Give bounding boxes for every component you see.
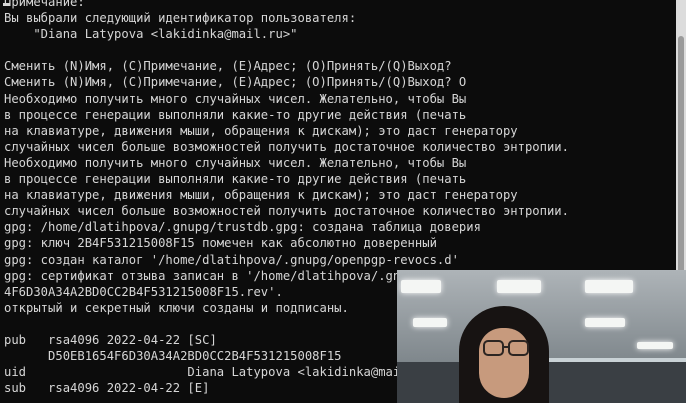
ceiling-light — [585, 280, 633, 293]
ceiling-light — [585, 318, 625, 327]
terminal-line: Вы выбрали следующий идентификатор польз… — [4, 11, 357, 26]
terminal-line: в процессе генерации выполняли какие-то … — [4, 107, 467, 122]
ceiling-light — [413, 318, 447, 327]
ceiling-light — [637, 342, 673, 349]
glasses-bridge — [502, 346, 508, 348]
face — [479, 328, 529, 398]
glasses-left-lens — [483, 340, 504, 356]
ceiling-light — [401, 280, 441, 293]
terminal-line: gpg: /home/dlatihpova/.gnupg/trustdb.gpg… — [4, 220, 481, 235]
terminal-line: gpg: ключ 2B4F531215008F15 помечен как а… — [4, 236, 437, 251]
terminal-line: на клавиатуре, движения мыши, обращения … — [4, 188, 518, 203]
glasses-right-lens — [508, 340, 529, 356]
ceiling-light — [497, 280, 541, 293]
webcam-overlay — [397, 270, 686, 403]
terminal-line: "Diana Latypova <lakidinka@mail.ru>" — [4, 27, 298, 42]
terminal-line: на клавиатуре, движения мыши, обращения … — [4, 123, 518, 138]
terminal-line: Необходимо получить много случайных чисе… — [4, 155, 467, 170]
terminal-line: Примечание: — [4, 0, 85, 9]
terminal-line: случайных чисел больше возможностей полу… — [4, 139, 569, 154]
person — [449, 306, 559, 403]
terminal-line: в процессе генерации выполняли какие-то … — [4, 172, 467, 187]
terminal-line: случайных чисел больше возможностей полу… — [4, 204, 569, 219]
screen: Примечание: Вы выбрали следующий идентифи… — [0, 0, 686, 403]
terminal-line: Сменить (N)Имя, (C)Примечание, (E)Адрес;… — [4, 59, 452, 74]
terminal-line: gpg: создан каталог '/home/dlatihpova/.g… — [4, 252, 459, 267]
terminal-line: Необходимо получить много случайных чисе… — [4, 91, 467, 106]
terminal-line: Сменить (N)Имя, (C)Примечание, (E)Адрес;… — [4, 75, 467, 90]
